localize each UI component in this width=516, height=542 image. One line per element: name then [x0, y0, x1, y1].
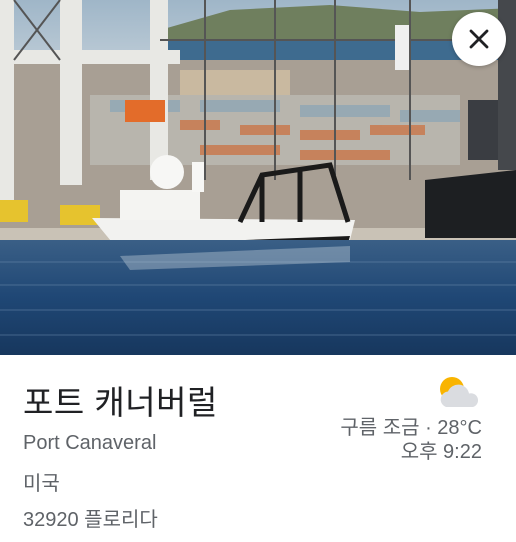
- weather-condition-temp: 구름 조금 · 28°C: [340, 417, 482, 439]
- weather-time: 오후 9:22: [400, 441, 482, 463]
- weather-summary: 구름 조금 · 28°C 오후 9:22: [340, 416, 482, 464]
- place-title: 포트 캐너버럴: [23, 384, 218, 421]
- place-card: 포트 캐너버럴 Port Canaveral 미국 32920 플로리다 구름 …: [0, 0, 516, 542]
- close-button[interactable]: [452, 12, 506, 66]
- partly-cloudy-icon: [440, 377, 479, 407]
- place-english-name: Port Canaveral: [23, 432, 157, 454]
- place-postal-region: 32920 플로리다: [23, 509, 158, 531]
- place-country: 미국: [23, 473, 60, 495]
- place-photo[interactable]: [0, 0, 516, 355]
- close-icon: [469, 29, 489, 49]
